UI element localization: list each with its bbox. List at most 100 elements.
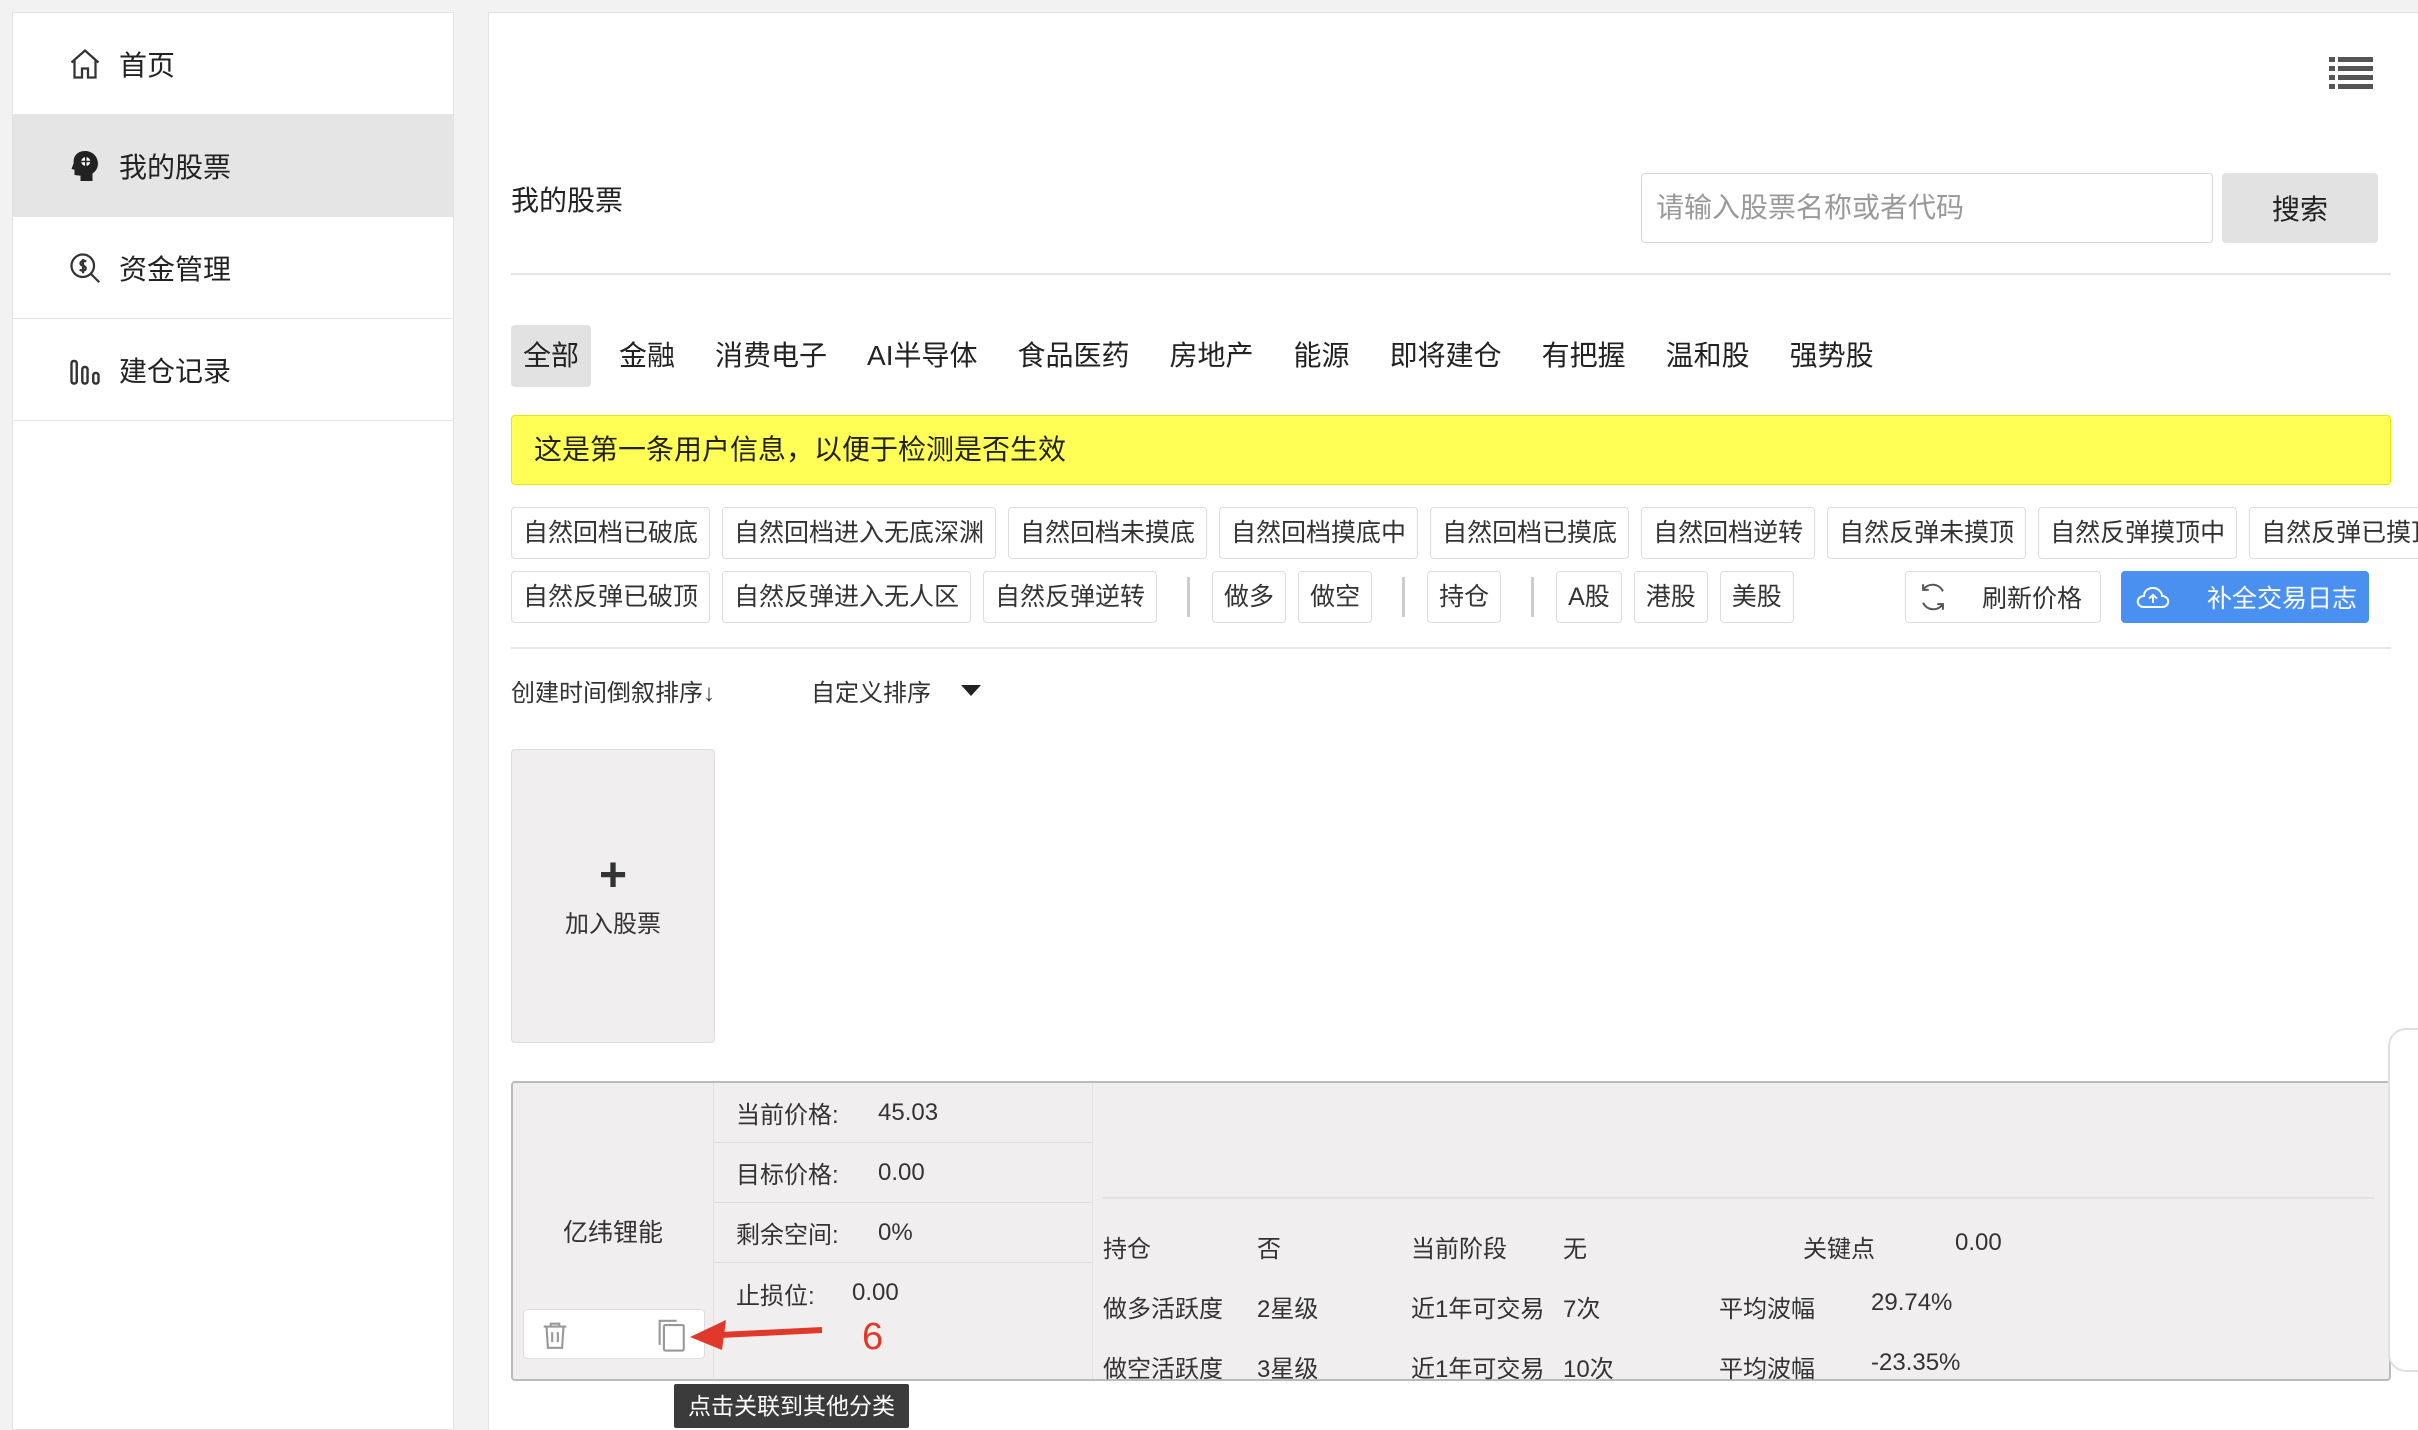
filter-tag[interactable]: 自然回档摸底中 [1219,507,1419,559]
sidebar-item-positions[interactable]: 建仓记录 [13,319,453,421]
sort-custom-dropdown[interactable]: 自定义排序 [811,673,981,708]
money-search-icon [65,248,105,288]
filter-tag[interactable]: 自然回档未摸底 [1008,507,1208,559]
long-activity-label: 做多活跃度 [1103,1296,1223,1323]
sidebar-item-label: 资金管理 [119,253,232,285]
filter-tag-a-share[interactable]: A股 [1556,571,1622,623]
filter-tag[interactable]: 自然反弹已破顶 [511,571,711,623]
target-price-value: 0.00 [878,1158,925,1186]
sidebar-item-funds[interactable]: 资金管理 [13,217,453,319]
filter-tag-holding[interactable]: 持仓 [1427,571,1502,623]
avg-amplitude-value: 29.74% [1871,1289,1953,1316]
search-button[interactable]: 搜索 [2222,173,2378,243]
divider [1531,577,1535,617]
tab-consumer-electronics[interactable]: 消费电子 [703,325,839,387]
avg-amplitude-value: -23.35% [1871,1349,1961,1376]
stock-detail: 持仓 否 当前阶段 无 关键点 0.00 做多活跃度 2星级 近1年可交易 7次… [1093,1083,2389,1383]
tab-food-medicine[interactable]: 食品医药 [1006,325,1142,387]
refresh-price-label: 刷新价格 [1982,585,2083,613]
divider [1103,1197,2375,1199]
page-title: 我的股票 [511,185,624,216]
sidebar-item-my-stocks[interactable]: 我的股票 [13,115,453,217]
add-stock-card[interactable]: + 加入股票 [511,749,715,1043]
trash-icon[interactable] [538,1318,572,1352]
holding-value: 否 [1257,1236,1281,1263]
scroll-handle[interactable] [2388,1028,2418,1372]
copy-icon[interactable] [654,1316,688,1354]
fill-trade-log-button[interactable]: 补全交易日志 [2121,571,2369,623]
filter-tag-hk[interactable]: 港股 [1633,571,1708,623]
tab-finance[interactable]: 金融 [607,325,687,387]
holding-label: 持仓 [1103,1236,1151,1263]
card-actions [523,1309,705,1359]
brain-head-icon [65,146,105,186]
current-price-value: 45.03 [878,1098,939,1126]
category-tabs: 全部 金融 消费电子 AI半导体 食品医药 房地产 能源 即将建仓 有把握 温和… [511,325,1902,387]
tab-confident[interactable]: 有把握 [1530,325,1638,387]
current-price-label: 当前价格: [736,1102,839,1129]
filter-tag[interactable]: 自然回档已摸底 [1430,507,1630,559]
filter-tag[interactable]: 自然反弹未摸顶 [1827,507,2027,559]
notice-banner: 这是第一条用户信息，以便于检测是否生效 [511,415,2391,485]
divider [511,647,2391,649]
target-price-row: 目标价格: 0.00 [714,1143,1092,1203]
filter-tag[interactable]: 自然反弹已摸顶 [2249,507,2418,559]
divider [1402,577,1406,617]
sidebar: 首页 我的股票 资金管理 建仓记录 [12,12,454,1430]
stop-loss-label: 止损位: [736,1282,815,1310]
filter-tag-us[interactable]: 美股 [1719,571,1794,623]
filter-tag[interactable]: 自然回档已破底 [511,507,711,559]
key-point-value: 0.00 [1955,1229,2002,1256]
avg-amplitude-label: 平均波幅 [1719,1296,1815,1323]
short-activity-label: 做空活跃度 [1103,1356,1223,1383]
tradable-label: 近1年可交易 [1411,1296,1545,1323]
tab-strong-stocks[interactable]: 强势股 [1778,325,1886,387]
key-point-label: 关键点 [1803,1236,1875,1263]
sort-by-time[interactable]: 创建时间倒叙排序↓ [511,673,715,708]
tab-energy[interactable]: 能源 [1282,325,1362,387]
home-icon [65,44,105,84]
current-price-row: 当前价格: 45.03 [714,1083,1092,1143]
sidebar-item-label: 我的股票 [119,151,232,183]
tab-all[interactable]: 全部 [511,325,592,387]
divider [511,273,2391,275]
target-price-label: 目标价格: [736,1162,839,1189]
cloud-upload-icon [2136,586,2170,608]
tab-real-estate[interactable]: 房地产 [1158,325,1266,387]
tradable-value: 10次 [1563,1356,1614,1383]
tradable-value: 7次 [1563,1296,1601,1323]
refresh-price-button[interactable]: 刷新价格 [1905,571,2101,623]
add-stock-label: 加入股票 [565,910,661,938]
short-activity-value: 3星级 [1257,1356,1319,1383]
filter-tag[interactable]: 自然回档逆转 [1641,507,1816,559]
divider [1187,577,1191,617]
filter-tag-short[interactable]: 做空 [1298,571,1373,623]
tradable-label: 近1年可交易 [1411,1356,1545,1383]
tab-mild-stocks[interactable]: 温和股 [1654,325,1762,387]
filter-tag[interactable]: 自然反弹摸顶中 [2038,507,2238,559]
annotation-number: 6 [862,1316,884,1358]
search-input[interactable] [1641,173,2213,243]
filter-tag-long[interactable]: 做多 [1212,571,1287,623]
tooltip: 点击关联到其他分类 [674,1384,909,1428]
sidebar-item-label: 建仓记录 [119,355,232,387]
stage-label: 当前阶段 [1411,1236,1507,1263]
tab-about-to-build[interactable]: 即将建仓 [1378,325,1514,387]
stage-value: 无 [1563,1236,1587,1263]
sidebar-item-home[interactable]: 首页 [13,13,453,115]
list-menu-icon[interactable] [2329,53,2373,93]
filter-tags-row-1: 自然回档已破底 自然回档进入无底深渊 自然回档未摸底 自然回档摸底中 自然回档已… [511,507,2418,559]
long-activity-value: 2星级 [1257,1296,1319,1323]
plus-icon: + [598,848,628,902]
sort-custom-label: 自定义排序 [811,680,931,707]
tab-ai-semiconductor[interactable]: AI半导体 [855,325,989,387]
avg-amplitude-label: 平均波幅 [1719,1356,1815,1383]
caret-down-icon [961,685,981,696]
filter-tag[interactable]: 自然反弹逆转 [983,571,1158,623]
bar-chart-icon [65,350,105,390]
annotation-arrow-icon [690,1320,822,1350]
fill-trade-log-label: 补全交易日志 [2207,585,2358,613]
remaining-space-row: 剩余空间: 0% [714,1203,1092,1263]
filter-tag[interactable]: 自然反弹进入无人区 [722,571,972,623]
filter-tag[interactable]: 自然回档进入无底深渊 [722,507,997,559]
